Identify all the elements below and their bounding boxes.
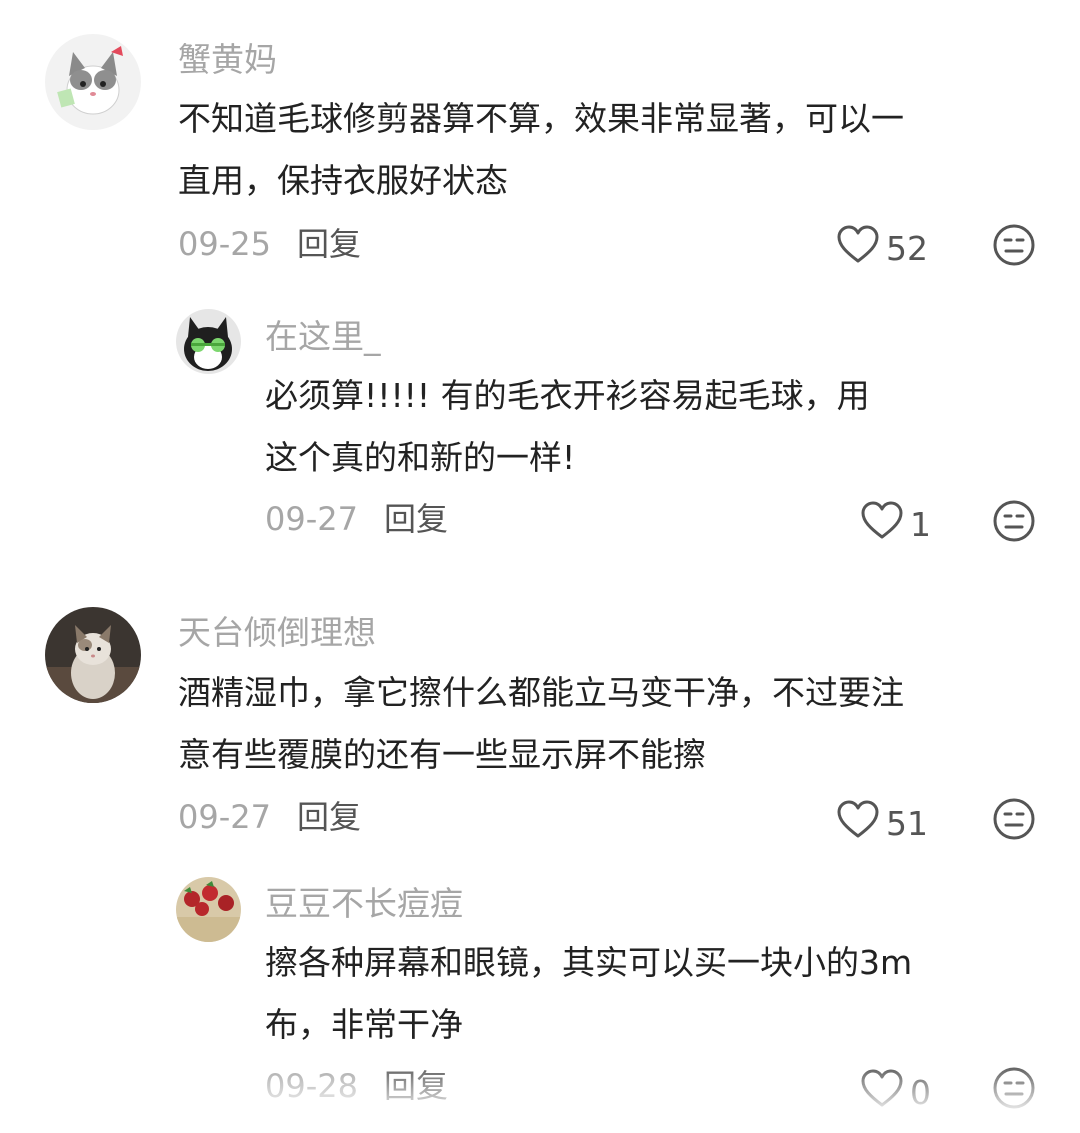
comment-item: 蟹黄妈 不知道毛球修剪器算不算，效果非常显著，可以一 直用，保持衣服好状态 09… — [0, 0, 1080, 290]
heart-outline-icon — [836, 799, 886, 848]
like-button[interactable]: 52 — [836, 224, 928, 273]
reply-button[interactable]: 回复 — [384, 500, 448, 538]
heart-outline-icon — [836, 224, 886, 273]
reply-button[interactable]: 回复 — [297, 225, 361, 263]
comment-text-line: 必须算!!!!! 有的毛衣开衫容易起毛球，用 — [265, 376, 870, 415]
neutral-face-icon — [992, 798, 1036, 845]
comment-date: 09-27 — [265, 500, 358, 538]
avatar[interactable] — [45, 34, 141, 130]
username[interactable]: 蟹黄妈 — [178, 40, 277, 80]
react-button[interactable] — [992, 223, 1036, 271]
heart-outline-icon — [860, 500, 910, 549]
username[interactable]: 豆豆不长痘痘 — [265, 884, 463, 924]
like-count: 51 — [886, 803, 928, 843]
like-button[interactable]: 51 — [836, 799, 928, 848]
comment-text-line: 直用，保持衣服好状态 — [178, 161, 508, 200]
neutral-face-icon — [992, 500, 1036, 547]
comment-meta: 09-27 回复 — [265, 499, 448, 539]
like-count: 1 — [910, 504, 931, 544]
comment-text: 必须算!!!!! 有的毛衣开衫容易起毛球，用 这个真的和新的一样! — [265, 365, 1055, 489]
username[interactable]: 在这里_ — [265, 317, 381, 357]
comment-date: 09-27 — [178, 798, 271, 836]
avatar[interactable] — [176, 309, 241, 374]
bottom-fade-overlay — [0, 1063, 1080, 1133]
neutral-face-icon — [992, 224, 1036, 271]
comment-text-line: 意有些覆膜的还有一些显示屏不能擦 — [178, 735, 706, 774]
username[interactable]: 天台倾倒理想 — [178, 613, 376, 653]
react-button[interactable] — [992, 499, 1036, 547]
like-button[interactable]: 1 — [860, 500, 931, 549]
react-button[interactable] — [992, 797, 1036, 845]
reply-button[interactable]: 回复 — [297, 798, 361, 836]
like-count: 52 — [886, 228, 928, 268]
comment-meta: 09-25 回复 — [178, 224, 361, 264]
comment-text: 酒精湿巾，拿它擦什么都能立马变干净，不过要注 意有些覆膜的还有一些显示屏不能擦 — [178, 662, 1038, 786]
comment-text: 擦各种屏幕和眼镜，其实可以买一块小的3m 布，非常干净 — [265, 932, 1055, 1056]
comment-text-line: 布，非常干净 — [265, 1005, 463, 1044]
comment-date: 09-25 — [178, 225, 271, 263]
comment-meta: 09-27 回复 — [178, 797, 361, 837]
comment-text: 不知道毛球修剪器算不算，效果非常显著，可以一 直用，保持衣服好状态 — [178, 88, 1038, 212]
comment-text-line: 擦各种屏幕和眼镜，其实可以买一块小的3m — [265, 943, 913, 982]
avatar[interactable] — [176, 877, 241, 942]
comment-text-line: 这个真的和新的一样! — [265, 438, 576, 477]
avatar[interactable] — [45, 607, 141, 703]
comment-text-line: 不知道毛球修剪器算不算，效果非常显著，可以一 — [178, 99, 904, 138]
comment-text-line: 酒精湿巾，拿它擦什么都能立马变干净，不过要注 — [178, 673, 904, 712]
